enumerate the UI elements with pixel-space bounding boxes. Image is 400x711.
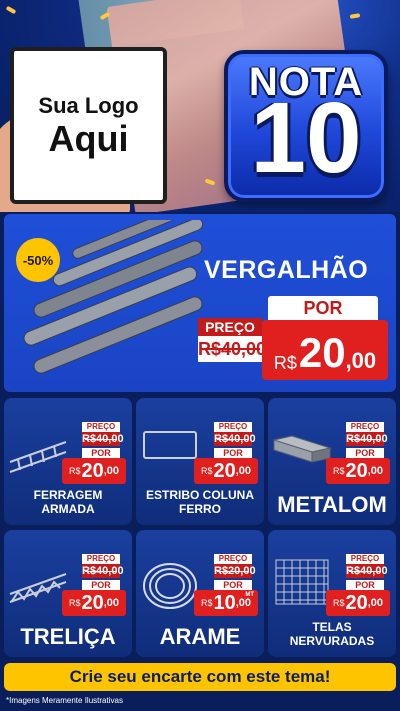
confetti-decoration	[349, 13, 361, 19]
currency: R$	[68, 466, 81, 476]
old-price: R$40,00	[346, 432, 388, 446]
logo-placeholder: Sua Logo Aqui	[10, 47, 167, 204]
new-price: R$ 20 ,00	[326, 590, 390, 616]
price-label: PREÇO	[82, 554, 120, 564]
por-label: POR	[82, 448, 120, 458]
price-decimal: ,00	[235, 465, 252, 477]
logo-line1: Sua Logo	[38, 92, 139, 118]
price-tag: PREÇO R$40,00 POR R$ 20 ,00	[194, 422, 260, 486]
featured-product: -50% VERGALHÃO PREÇO R$40,00 POR R$ 20 ,…	[4, 214, 396, 392]
por-label: POR	[268, 296, 378, 320]
price-label: PREÇO	[198, 318, 262, 336]
product-card: PREÇO R$40,00 POR R$ 20 ,00 TRELIÇA	[4, 530, 132, 657]
old-price: R$20,00	[214, 564, 256, 578]
price-label: PREÇO	[214, 422, 252, 432]
product-card: PREÇO R$40,00 POR R$ 20 ,00 FERRAGEM ARM…	[4, 398, 132, 525]
por-label: POR	[346, 448, 384, 458]
price-integer: 20	[298, 329, 346, 376]
price-decimal: ,00	[367, 465, 384, 477]
price-integer: 20	[81, 592, 104, 614]
new-price: R$ 10 ,00 MT	[194, 590, 258, 616]
old-price: R$40,00	[198, 336, 266, 362]
badge-number: 10	[250, 82, 362, 194]
strike-line	[217, 571, 249, 572]
price-integer: 20	[81, 460, 104, 482]
ferragem-image	[9, 441, 67, 473]
price-tag: PREÇO R$40,00 POR R$ 20 ,00	[62, 422, 128, 486]
price-tag: PREÇO R$40,00 POR R$ 20 ,00	[326, 554, 392, 618]
strike-line	[349, 439, 381, 440]
price-label: PREÇO	[346, 554, 384, 564]
product-name: ESTRIBO COLUNA FERRO	[146, 488, 254, 517]
price-label: PREÇO	[214, 554, 252, 564]
tela-image	[275, 559, 329, 605]
old-price: R$40,00	[82, 564, 124, 578]
header-banner: Sua Logo Aqui NOTA 10	[0, 0, 400, 212]
new-price: R$ 20 ,00	[62, 590, 126, 616]
currency: R$	[200, 598, 213, 608]
strike-line	[217, 439, 249, 440]
price-integer: 20	[345, 460, 368, 482]
trelica-image	[9, 573, 67, 603]
price-unit: MT	[245, 592, 254, 598]
arame-image	[143, 563, 197, 609]
cta-button[interactable]: Crie seu encarte com este tema!	[4, 663, 396, 691]
product-card: PREÇO R$40,00 POR R$ 20 ,00 ESTRIBO COLU…	[136, 398, 264, 525]
logo-line2: Aqui	[48, 117, 129, 159]
discount-badge: -50%	[16, 238, 60, 282]
price-label: PREÇO	[346, 422, 384, 432]
product-title: VERGALHÃO	[204, 256, 369, 284]
price-decimal: ,00	[103, 597, 120, 609]
confetti-decoration	[5, 5, 17, 15]
por-label: POR	[214, 448, 252, 458]
price-tag: PREÇO R$40,00 POR R$ 20 ,00	[62, 554, 128, 618]
price-label: PREÇO	[82, 422, 120, 432]
por-label: POR	[346, 580, 384, 590]
product-name: FERRAGEM ARMADA	[33, 488, 103, 517]
new-price: R$ 20 ,00	[262, 320, 388, 380]
product-name: TRELIÇA	[20, 623, 116, 649]
price-integer: 20	[345, 592, 368, 614]
new-price: R$ 20 ,00	[194, 458, 258, 484]
estribo-image	[143, 431, 197, 459]
product-card: PREÇO R$40,00 POR R$ 20 ,00 METALOM	[268, 398, 396, 525]
price-decimal: ,00	[367, 597, 384, 609]
por-label: POR	[214, 580, 252, 590]
old-price: R$40,00	[346, 564, 388, 578]
price-integer: 20	[213, 460, 236, 482]
price-decimal: ,00	[345, 348, 377, 373]
product-name: ARAME	[159, 623, 241, 649]
metalom-image	[272, 435, 332, 463]
price-tag: PREÇO R$40,00 POR R$ 20 ,00	[326, 422, 392, 486]
currency: R$	[68, 598, 81, 608]
price-tag: PREÇO R$40,00 POR R$ 20 ,00	[198, 296, 388, 382]
nota-10-badge: NOTA 10	[224, 50, 388, 202]
strike-line	[200, 348, 260, 350]
new-price: R$ 20 ,00	[62, 458, 126, 484]
price-decimal: ,00	[235, 597, 252, 609]
strike-line	[85, 571, 117, 572]
currency: R$	[273, 353, 297, 373]
price-integer: 10	[213, 592, 236, 614]
product-name: TELAS NERVURADAS	[289, 620, 375, 649]
currency: R$	[200, 466, 213, 476]
strike-line	[85, 439, 117, 440]
price-tag: PREÇO R$20,00 POR R$ 10 ,00 MT	[194, 554, 260, 618]
old-price: R$40,00	[82, 432, 124, 446]
strike-line	[349, 571, 381, 572]
currency: R$	[332, 466, 345, 476]
old-price: R$40,00	[214, 432, 256, 446]
por-label: POR	[82, 580, 120, 590]
disclaimer-note: *Imagens Meramente Ilustrativas	[6, 696, 123, 705]
price-decimal: ,00	[103, 465, 120, 477]
product-card: PREÇO R$20,00 POR R$ 10 ,00 MT ARAME	[136, 530, 264, 657]
product-card: PREÇO R$40,00 POR R$ 20 ,00 TELAS NERVUR…	[268, 530, 396, 657]
currency: R$	[332, 598, 345, 608]
new-price: R$ 20 ,00	[326, 458, 390, 484]
product-name: METALOM	[277, 491, 387, 517]
